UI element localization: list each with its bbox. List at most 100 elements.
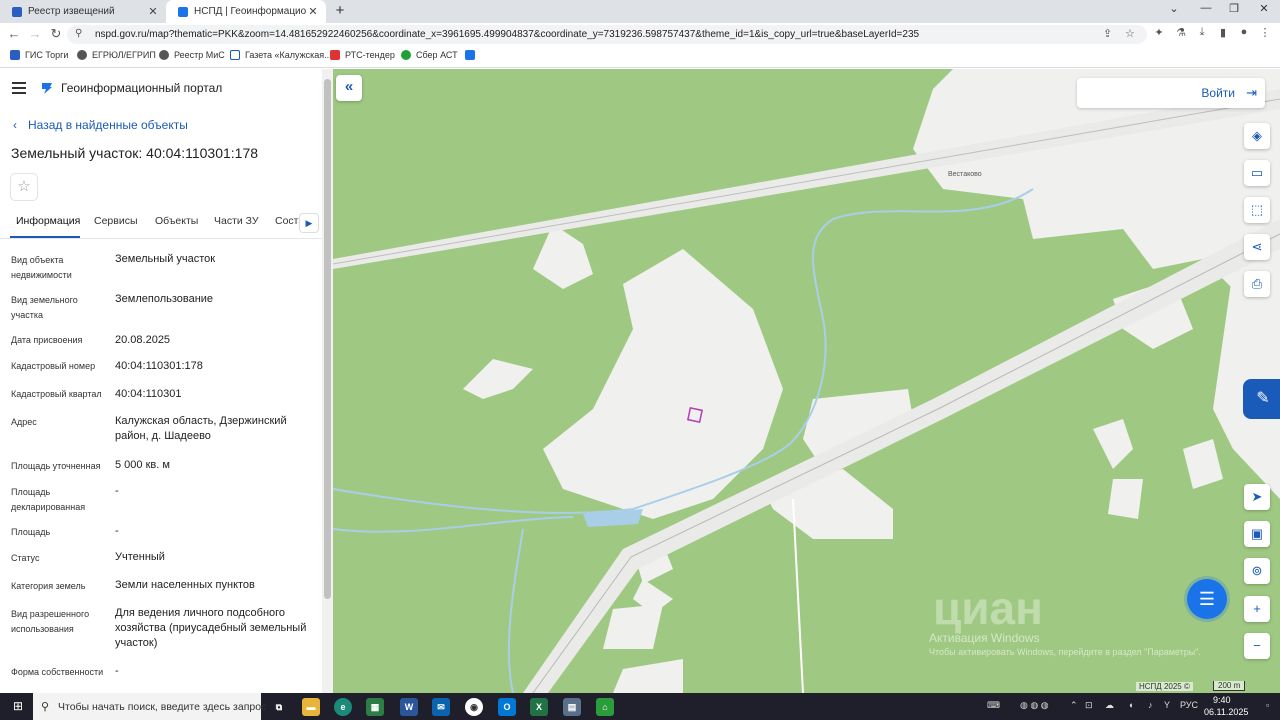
tray-apps-icon[interactable]: ◍ ◍ ◍ [1020, 700, 1049, 711]
store-icon[interactable]: ▦ [366, 698, 384, 716]
close-icon[interactable]: ✕ [146, 5, 160, 18]
bookmark-gis-torgi[interactable]: ГИС Торги [10, 50, 68, 60]
task-view-icon[interactable]: ⧉ [270, 698, 288, 716]
bookmark-gazeta[interactable]: Газета «Калужская... [230, 50, 332, 60]
speaker-icon[interactable]: ♪ [1148, 700, 1153, 710]
clock-time[interactable]: 9:40 [1213, 695, 1231, 705]
restore-icon[interactable]: ❐ [1224, 2, 1244, 15]
bookmark-label: РТС-тендер [345, 50, 395, 60]
map-canvas [333, 69, 1280, 693]
keyboard-icon[interactable]: ⌨ [987, 700, 1000, 711]
browser-tab-registry[interactable]: Реестр извещений ✕ [0, 0, 166, 23]
property-label: Адрес [11, 417, 37, 427]
map-view[interactable]: Вестаково « Войти ⇥ ◈ ▭ ⬚ ⋖ ⎙ ✎ ➤ ▣ ⊚ + … [333, 69, 1280, 693]
panel-tabs: Информация Сервисы Объекты Части ЗУ Сост… [0, 209, 322, 239]
property-label: Площадь [11, 527, 51, 537]
tab-parts[interactable]: Части ЗУ [214, 215, 259, 227]
window-close-icon[interactable]: ✕ [1254, 2, 1274, 15]
yandex-icon[interactable]: Y [1164, 700, 1170, 710]
property-value: Земли населенных пунктов [115, 579, 255, 591]
browser-tab-nspd[interactable]: НСПД | Геоинформационный п ✕ [166, 0, 326, 23]
home-app-icon[interactable]: ⌂ [596, 698, 614, 716]
close-icon[interactable]: ✕ [306, 5, 320, 18]
assistant-button[interactable]: ✎ [1243, 379, 1280, 419]
site-info-icon[interactable]: ⚲ [75, 28, 82, 39]
property-value: Для ведения личного подсобного хозяйства… [115, 607, 307, 649]
word-icon[interactable]: W [400, 698, 418, 716]
show-hidden-icons[interactable]: ⌃ [1070, 700, 1078, 711]
property-value: 40:04:110301:178 [115, 360, 203, 372]
calculator-icon[interactable]: ▤ [563, 698, 581, 716]
collapse-panel-button[interactable]: « [336, 75, 362, 101]
bookmark-egrul[interactable]: ЕГРЮЛ/ЕГРИП [77, 50, 156, 60]
bookmark-nspd[interactable] [465, 50, 480, 60]
menu-kebab-icon[interactable]: ⋮ [1258, 26, 1272, 40]
tab-search-icon[interactable]: ⌄ [1164, 2, 1184, 15]
layers-button[interactable]: ◈ [1244, 123, 1270, 149]
back-arrow-icon[interactable]: ← [6, 26, 22, 42]
taskbar-search-input[interactable]: ⚲ Чтобы начать поиск, введите здесь запр… [33, 693, 266, 720]
tab-services[interactable]: Сервисы [94, 215, 138, 227]
profile-icon[interactable]: ● [1237, 26, 1251, 40]
download-icon[interactable]: ⤓ [1195, 26, 1209, 40]
reestr-mis-icon [159, 50, 169, 60]
panel-scrollbar[interactable] [322, 69, 333, 693]
gis-torgi-icon [10, 50, 20, 60]
minimize-icon[interactable]: — [1196, 2, 1216, 14]
menu-icon[interactable] [12, 82, 26, 94]
bookmark-reestr-mis[interactable]: Реестр МиС [159, 50, 225, 60]
onedrive-icon[interactable]: ☁ [1105, 700, 1114, 711]
bookmark-sber-ast[interactable]: Сбер АСТ [401, 50, 458, 60]
locate-button[interactable]: ➤ [1244, 484, 1270, 510]
scrollbar-thumb[interactable] [324, 79, 331, 599]
select-area-button[interactable]: ⬚ [1244, 197, 1270, 223]
cian-watermark: циан [933, 582, 1043, 634]
bookmark-label: Газета «Калужская... [245, 50, 332, 60]
extensions-icon[interactable]: ✦ [1152, 26, 1166, 40]
zoom-in-button[interactable]: + [1244, 596, 1270, 622]
chat-bubble-button[interactable]: ☰ [1187, 579, 1227, 619]
volume-icon[interactable]: ◖ [1128, 700, 1133, 710]
windows-start-icon[interactable]: ⊞ [10, 699, 26, 715]
ruler-button[interactable]: ▭ [1244, 160, 1270, 186]
reload-icon[interactable]: ↻ [48, 26, 64, 42]
bookmarks-bar: ГИС Торги ЕГРЮЛ/ЕГРИП Реестр МиС Газета … [0, 46, 1280, 68]
zoom-out-button[interactable]: − [1244, 633, 1270, 659]
chevron-left-icon: ‹ [13, 118, 17, 132]
mail-icon[interactable]: ✉ [432, 698, 450, 716]
file-explorer-icon[interactable]: ▬ [302, 698, 320, 716]
side-panel-icon[interactable]: ▮ [1216, 26, 1230, 40]
back-to-results-link[interactable]: ‹ Назад в найденные объекты [13, 118, 188, 132]
property-label: Вид земельного участка [11, 295, 78, 320]
portal-logo-icon [42, 83, 52, 94]
picture-in-picture-button[interactable]: ▣ [1244, 521, 1270, 547]
tab-objects[interactable]: Объекты [155, 215, 198, 227]
edge-icon[interactable]: e [334, 698, 352, 716]
search-on-map-button[interactable]: ⊚ [1244, 558, 1270, 584]
outlook-icon[interactable]: O [498, 698, 516, 716]
excel-icon[interactable]: X [530, 698, 548, 716]
forward-arrow-icon[interactable]: → [27, 26, 43, 42]
tab-information[interactable]: Информация [16, 215, 80, 227]
property-value: - [115, 665, 119, 677]
notifications-icon[interactable]: ▫ [1266, 700, 1269, 710]
chrome-icon[interactable]: ◉ [465, 698, 483, 716]
url-field[interactable]: ⚲ nspd.gov.ru/map?thematic=PKK&zoom=14.4… [67, 25, 1147, 44]
login-button[interactable]: Войти ⇥ [1077, 78, 1265, 108]
property-label: Площадь уточненная [11, 461, 101, 471]
share-map-button[interactable]: ⋖ [1244, 234, 1270, 260]
clock-date[interactable]: 06.11.2025 [1204, 707, 1248, 717]
network-icon[interactable]: ⊡ [1085, 700, 1093, 711]
tabs-scroll-right-button[interactable]: ▶ [299, 213, 319, 233]
back-link-label: Назад в найденные объекты [28, 118, 188, 132]
language-indicator[interactable]: РУС [1180, 700, 1198, 710]
lab-icon[interactable]: ⚗ [1174, 26, 1188, 40]
new-tab-button[interactable]: + [332, 3, 348, 19]
favorite-star-button[interactable]: ☆ [10, 173, 38, 201]
bookmark-star-icon[interactable]: ☆ [1125, 27, 1135, 40]
property-value: 5 000 кв. м [115, 459, 170, 471]
print-button[interactable]: ⎙ [1244, 271, 1270, 297]
bookmark-rts[interactable]: РТС-тендер [330, 50, 395, 60]
bookmark-label: Реестр МиС [174, 50, 225, 60]
share-icon[interactable]: ⇪ [1103, 27, 1112, 40]
